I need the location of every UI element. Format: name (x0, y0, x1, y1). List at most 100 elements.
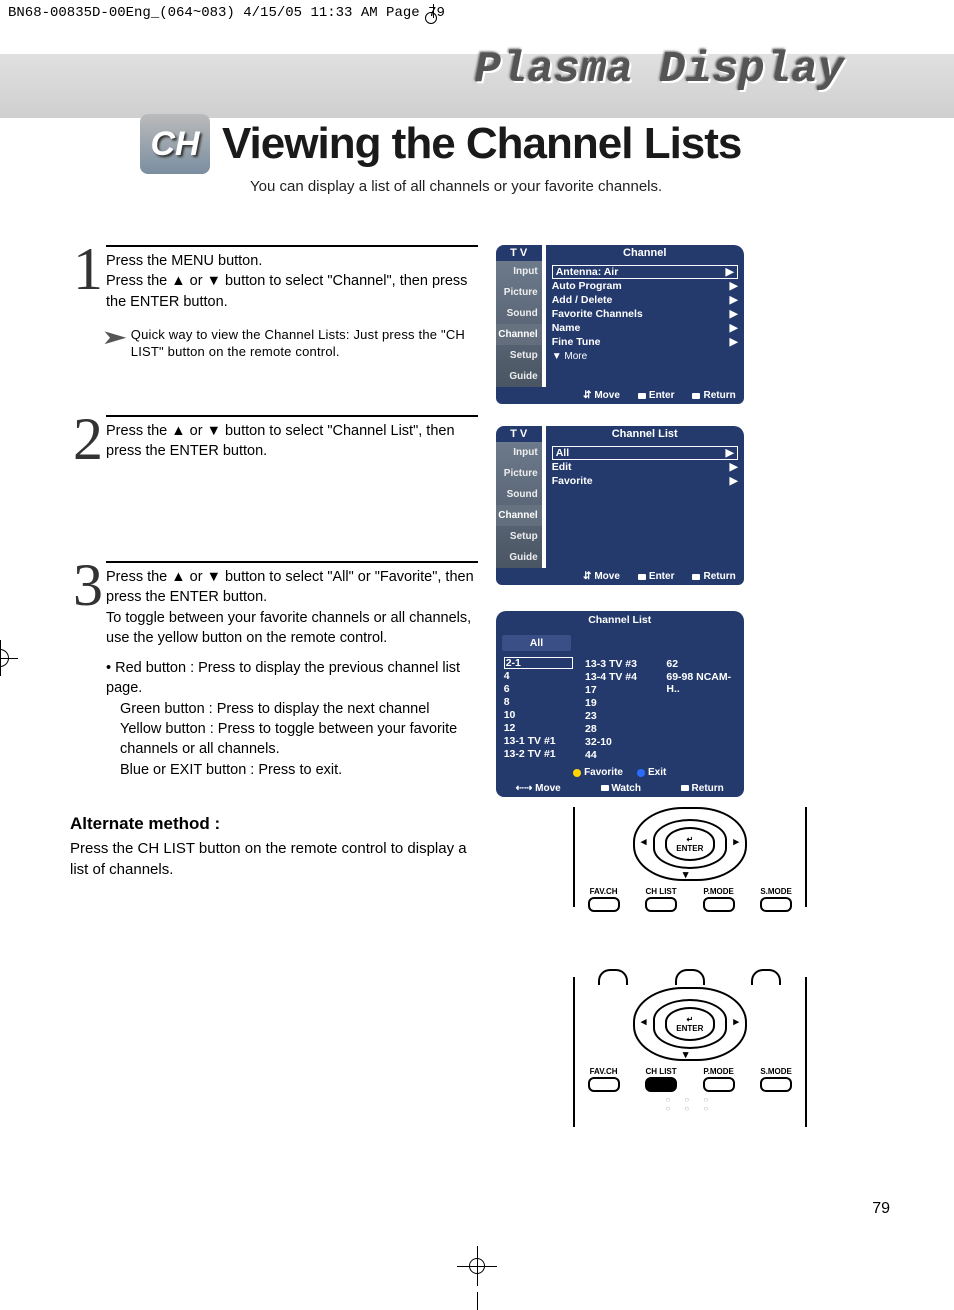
arrow-right-icon: ▶ (726, 266, 734, 278)
chlist-button: CH LIST (645, 887, 677, 912)
updown-icon: ⇵ (583, 571, 591, 582)
arrow-right-icon: ▶ (730, 475, 738, 487)
favch-button: FAV.CH (588, 887, 620, 912)
channel-item: 4 (504, 669, 573, 682)
subtitle: You can display a list of all channels o… (250, 178, 884, 195)
foot-move: Move (535, 783, 561, 794)
osd-title: Channel List (546, 426, 744, 442)
osd-all-channel-list: Channel List All 2-1 4 6 8 10 12 13-1 TV… (496, 611, 744, 797)
banner-title: Plasma Display (474, 48, 844, 92)
yellow-dot-icon (573, 769, 581, 777)
down-arrow-icon: ▾ (683, 1048, 689, 1061)
osd-tv-label: T V (496, 426, 542, 442)
list-item: Fine Tune (552, 336, 601, 348)
arrow-right-icon: ▶ (730, 322, 738, 334)
list-item: All (556, 447, 569, 459)
watch-icon (601, 785, 609, 791)
foot-move: Move (594, 390, 620, 401)
remote-diagram-2: ◂ ▸ ▾ ↵ENTER FAV.CH CH LIST P.MODE S.MOD… (573, 977, 807, 1127)
osd-tag: All (502, 635, 571, 651)
arrow-right-icon: ▶ (730, 280, 738, 292)
arrow-right-icon: ▶ (730, 461, 738, 473)
osd-channel-list-menu: T V Channel List Input Picture Sound Cha… (496, 426, 744, 585)
down-arrow-icon: ▾ (683, 868, 689, 881)
list-item: Favorite Channels (552, 308, 643, 320)
alt-text: Press the CH LIST button on the remote c… (70, 838, 470, 880)
return-icon (692, 393, 700, 399)
blue-dot-icon (637, 769, 645, 777)
list-item: Auto Program (552, 280, 622, 292)
enter-label: ENTER (676, 1024, 703, 1033)
channel-item: 10 (504, 708, 573, 721)
nav-item: Channel (496, 324, 542, 345)
channel-item: 2-1 (504, 657, 573, 669)
channel-item: 23 (585, 709, 654, 722)
hint-text: Quick way to view the Channel Lists: Jus… (131, 326, 478, 361)
alternate-method: Alternate method : Press the CH LIST but… (70, 814, 478, 880)
bullet: • Red button : Press to display the prev… (106, 658, 478, 699)
enter-label: ENTER (676, 844, 703, 853)
osd-nav: Input Picture Sound Channel Setup Guide (496, 261, 542, 387)
arrow-right-icon: ▶ (730, 308, 738, 320)
channel-item: 44 (585, 748, 654, 761)
right-arrow-icon: ▸ (733, 1015, 739, 1028)
list-value: : Air (598, 266, 619, 278)
enter-icon: ↵ (686, 1015, 693, 1024)
hint-arrow-icon: ➤ (101, 324, 128, 361)
nav-item: Input (496, 442, 542, 463)
nav-item: Channel (496, 505, 542, 526)
nav-item: Setup (496, 526, 542, 547)
foot-enter: Enter (649, 571, 675, 582)
banner: Plasma Display (0, 54, 954, 118)
step-text: Press the ▲ or ▼ button to select "Chann… (106, 421, 478, 462)
enter-icon (638, 574, 646, 580)
osd-list: All ▶ Edit ▶ Favorite ▶ (546, 442, 744, 568)
crop-mark-bottom (457, 1240, 497, 1310)
channel-item: 13-4 TV #4 (585, 670, 654, 683)
channel-item: 13-2 TV #1 (504, 747, 573, 760)
arrow-right-icon: ▶ (730, 336, 738, 348)
favorite-label: Favorite (584, 767, 623, 778)
step-3: 3 Press the ▲ or ▼ button to select "All… (70, 561, 478, 780)
list-item: Name (552, 322, 581, 334)
channel-item: 6 (504, 682, 573, 695)
crop-mark-top (428, 4, 438, 14)
nav-item: Sound (496, 303, 542, 324)
osd-title: Channel List (496, 611, 744, 629)
right-arrow-icon: ▸ (733, 835, 739, 848)
nav-item: Guide (496, 366, 542, 387)
list-item: Edit (552, 461, 572, 473)
left-arrow-icon: ◂ (641, 1015, 647, 1028)
favch-button: FAV.CH (588, 1067, 620, 1092)
channel-item: 28 (585, 722, 654, 735)
step-number: 2 (70, 415, 106, 463)
foot-return: Return (692, 783, 724, 794)
channel-item: 19 (585, 696, 654, 709)
step-text: Press the ▲ or ▼ button to select "Chann… (106, 271, 478, 312)
arrow-right-icon: ▶ (726, 447, 734, 459)
step-2: 2 Press the ▲ or ▼ button to select "Cha… (70, 415, 478, 463)
arrow-right-icon: ▶ (730, 294, 738, 306)
channel-item: 62 (666, 657, 735, 670)
osd-title: Channel (546, 245, 744, 261)
page-title: Viewing the Channel Lists (222, 122, 741, 166)
step-text: Press the MENU button. (106, 251, 478, 271)
ch-badge: CH (140, 114, 210, 174)
smode-button: S.MODE (760, 1067, 792, 1092)
remote-diagram-1: ◂ ▸ ▾ ↵ENTER FAV.CH CH LIST P.MODE S.MOD… (573, 807, 807, 907)
nav-item: Setup (496, 345, 542, 366)
step-text: To toggle between your favorite channels… (106, 608, 478, 649)
osd-channel-menu: T V Channel Input Picture Sound Channel … (496, 245, 744, 404)
foot-move: Move (594, 571, 620, 582)
foot-return: Return (703, 571, 735, 582)
nav-item: Input (496, 261, 542, 282)
foot-return: Return (703, 390, 735, 401)
channel-item: 69-98 NCAM-H.. (666, 670, 735, 695)
list-item: Favorite (552, 475, 593, 487)
channel-item: 13-1 TV #1 (504, 734, 573, 747)
bullet: Green button : Press to display the next… (106, 699, 478, 719)
bullet: Blue or EXIT button : Press to exit. (106, 760, 478, 780)
pmode-button: P.MODE (703, 887, 735, 912)
nav-item: Picture (496, 282, 542, 303)
step-number: 3 (70, 561, 106, 780)
